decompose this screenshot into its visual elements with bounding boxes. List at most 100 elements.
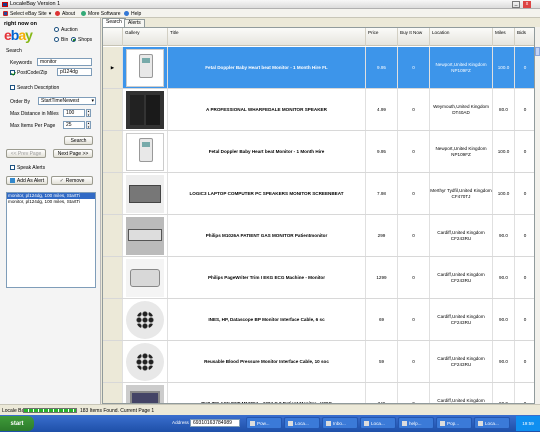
column-header-gallery[interactable]: Gallery <box>123 28 168 46</box>
window-icon <box>364 420 369 426</box>
window-icon <box>288 420 293 426</box>
start-button[interactable]: start <box>0 416 34 431</box>
speak-alerts-checkbox[interactable] <box>10 165 15 170</box>
item-image <box>126 216 164 255</box>
remove-button[interactable]: ✓ Remove <box>51 176 93 185</box>
item-title[interactable]: A PROFESSIONAL WHARFEDALE MONITOR SPEAKE… <box>168 89 366 130</box>
item-title[interactable]: Philips M1026A PATIENT GAS MONITOR Patie… <box>168 215 366 256</box>
vertical-scrollbar[interactable] <box>535 27 540 404</box>
item-bids: 0 <box>515 89 534 130</box>
item-title[interactable]: LOGIC3 LAPTOP COMPUTER PC SPEAKERS MONIT… <box>168 173 366 214</box>
window-icon <box>402 420 407 426</box>
max-distance-spinner[interactable]: ▴ ▾ <box>86 109 91 117</box>
taskbar-window-button[interactable]: Pow... <box>246 417 282 429</box>
item-title[interactable]: INES, HP, Datascope BP Monitor Interface… <box>168 299 366 340</box>
minimize-button[interactable]: _ <box>512 1 520 8</box>
keywords-input[interactable]: monitor <box>37 58 92 66</box>
taskbar-window-button[interactable]: Inbo... <box>322 417 358 429</box>
max-items-spinner[interactable]: ▴ ▾ <box>86 121 91 129</box>
table-row[interactable]: LOGIC3 LAPTOP COMPUTER PC SPEAKERS MONIT… <box>103 173 534 215</box>
item-price: 59 <box>366 341 398 382</box>
add-alert-label: Add As Alert <box>16 177 45 184</box>
search-description-checkbox[interactable] <box>10 85 15 90</box>
item-title[interactable]: Reusable Blood Pressure Monitor Interfac… <box>168 341 366 382</box>
item-buy-it-now: 0 <box>398 215 430 256</box>
column-header-title[interactable]: Title <box>168 28 366 46</box>
table-row[interactable]: INES, HP, Datascope BP Monitor Interface… <box>103 299 534 341</box>
item-bids: 0 <box>515 173 534 214</box>
menu-label: More Software <box>88 10 121 17</box>
table-row[interactable]: Philips PageWriter Trim I EKG ECG Machin… <box>103 257 534 299</box>
next-page-button[interactable]: Next Page >> <box>53 149 93 158</box>
address-input[interactable]: 69310163784989 <box>190 419 240 427</box>
add-alert-button[interactable]: Add As Alert <box>6 176 48 185</box>
auction-radio[interactable] <box>54 27 59 32</box>
gallery-thumbnail[interactable] <box>123 173 168 214</box>
table-row[interactable]: PHILIPS AGILENT M1205A - 1204 C.0 Patien… <box>103 383 534 403</box>
menu-more-software[interactable]: More Software <box>81 11 121 17</box>
gallery-thumbnail[interactable] <box>123 383 168 403</box>
taskbar-window-button[interactable]: Loca... <box>360 417 396 429</box>
postcode-checkbox[interactable] <box>10 70 15 75</box>
order-by-select[interactable]: StartTimeNewest ▾ <box>38 97 96 105</box>
item-bids: 0 <box>515 215 534 256</box>
taskbar-window-button[interactable]: Loca... <box>474 417 510 429</box>
column-header-buy-it-now[interactable]: Buy It Now <box>398 28 430 46</box>
search-description-label: Search Description <box>17 85 60 91</box>
table-row[interactable]: ▶ Fetal Doppler Baby Heart beat Monitor -… <box>103 47 534 89</box>
item-title[interactable]: PHILIPS AGILENT M1205A - 1204 C.0 Patien… <box>168 383 366 403</box>
close-button[interactable]: x <box>523 1 531 8</box>
column-header-price[interactable]: Price <box>366 28 398 46</box>
postcode-input[interactable]: pl124dg <box>57 68 92 76</box>
window-icon <box>326 420 331 426</box>
status-message: 183 Items Found. Current Page 1 <box>80 408 155 414</box>
gallery-thumbnail[interactable] <box>123 299 168 340</box>
max-distance-input[interactable]: 100 <box>63 109 85 117</box>
search-button[interactable]: Search <box>64 136 93 145</box>
item-title[interactable]: Fetal Doppler Baby Heart beat Monitor - … <box>168 47 366 88</box>
taskbar-window-button[interactable]: Loca... <box>284 417 320 429</box>
table-row[interactable]: Fetal Doppler Baby Heart beat Monitor - … <box>103 131 534 173</box>
gallery-thumbnail[interactable] <box>123 257 168 298</box>
table-row[interactable]: A PROFESSIONAL WHARFEDALE MONITOR SPEAKE… <box>103 89 534 131</box>
item-price: 4.99 <box>366 89 398 130</box>
item-image <box>126 48 164 87</box>
gallery-thumbnail[interactable] <box>123 47 168 88</box>
item-title[interactable]: Fetal Doppler Baby Heart beat Monitor - … <box>168 131 366 172</box>
tab-alerts[interactable]: Alerts <box>124 19 145 27</box>
column-header-miles[interactable]: Miles <box>493 28 515 46</box>
chevron-down-icon: ▾ <box>48 10 52 17</box>
item-miles: 90.0 <box>493 215 515 256</box>
item-image <box>126 300 164 339</box>
max-items-input[interactable]: 25 <box>63 121 85 129</box>
progress-fill <box>24 409 76 412</box>
taskbar-window-button[interactable]: Pop... <box>436 417 472 429</box>
tab-search[interactable]: Search <box>102 18 126 27</box>
table-row[interactable]: Philips M1026A PATIENT GAS MONITOR Patie… <box>103 215 534 257</box>
item-title[interactable]: Philips PageWriter Trim I EKG ECG Machin… <box>168 257 366 298</box>
prev-page-button[interactable]: << Prev Page <box>6 149 46 158</box>
menu-about[interactable]: About <box>55 11 75 17</box>
menu-select-ebay-site[interactable]: Select eBay Site ▾ <box>3 11 51 17</box>
menu-help[interactable]: Help <box>124 11 141 17</box>
gallery-thumbnail[interactable] <box>123 89 168 130</box>
shops-radio[interactable] <box>71 37 76 42</box>
scrollbar-thumb[interactable] <box>535 47 540 56</box>
taskbar-window-button[interactable]: help... <box>398 417 434 429</box>
item-location: Merthyr Tydfil,United Kingdom CF470TJ <box>430 173 493 214</box>
row-marker <box>103 257 123 298</box>
address-label: Address <box>172 420 189 425</box>
column-header-location[interactable]: Location <box>430 28 493 46</box>
gallery-thumbnail[interactable] <box>123 131 168 172</box>
column-header-bids[interactable]: Bids <box>515 28 534 46</box>
table-row[interactable]: Reusable Blood Pressure Monitor Interfac… <box>103 341 534 383</box>
bin-radio[interactable] <box>54 37 59 42</box>
title-bar: LocaleBay Version 1 _ x <box>0 0 540 9</box>
alerts-list[interactable]: monitor, pl124dg, 100 miles, StartTi mon… <box>6 192 96 288</box>
shops-label: Shops <box>78 37 93 43</box>
progress-bar <box>23 408 77 413</box>
gallery-thumbnail[interactable] <box>123 341 168 382</box>
auction-label: Auction <box>61 27 78 33</box>
gallery-thumbnail[interactable] <box>123 215 168 256</box>
list-item[interactable]: monitor, pl124dg, 100 miles, StartTi <box>7 199 95 205</box>
